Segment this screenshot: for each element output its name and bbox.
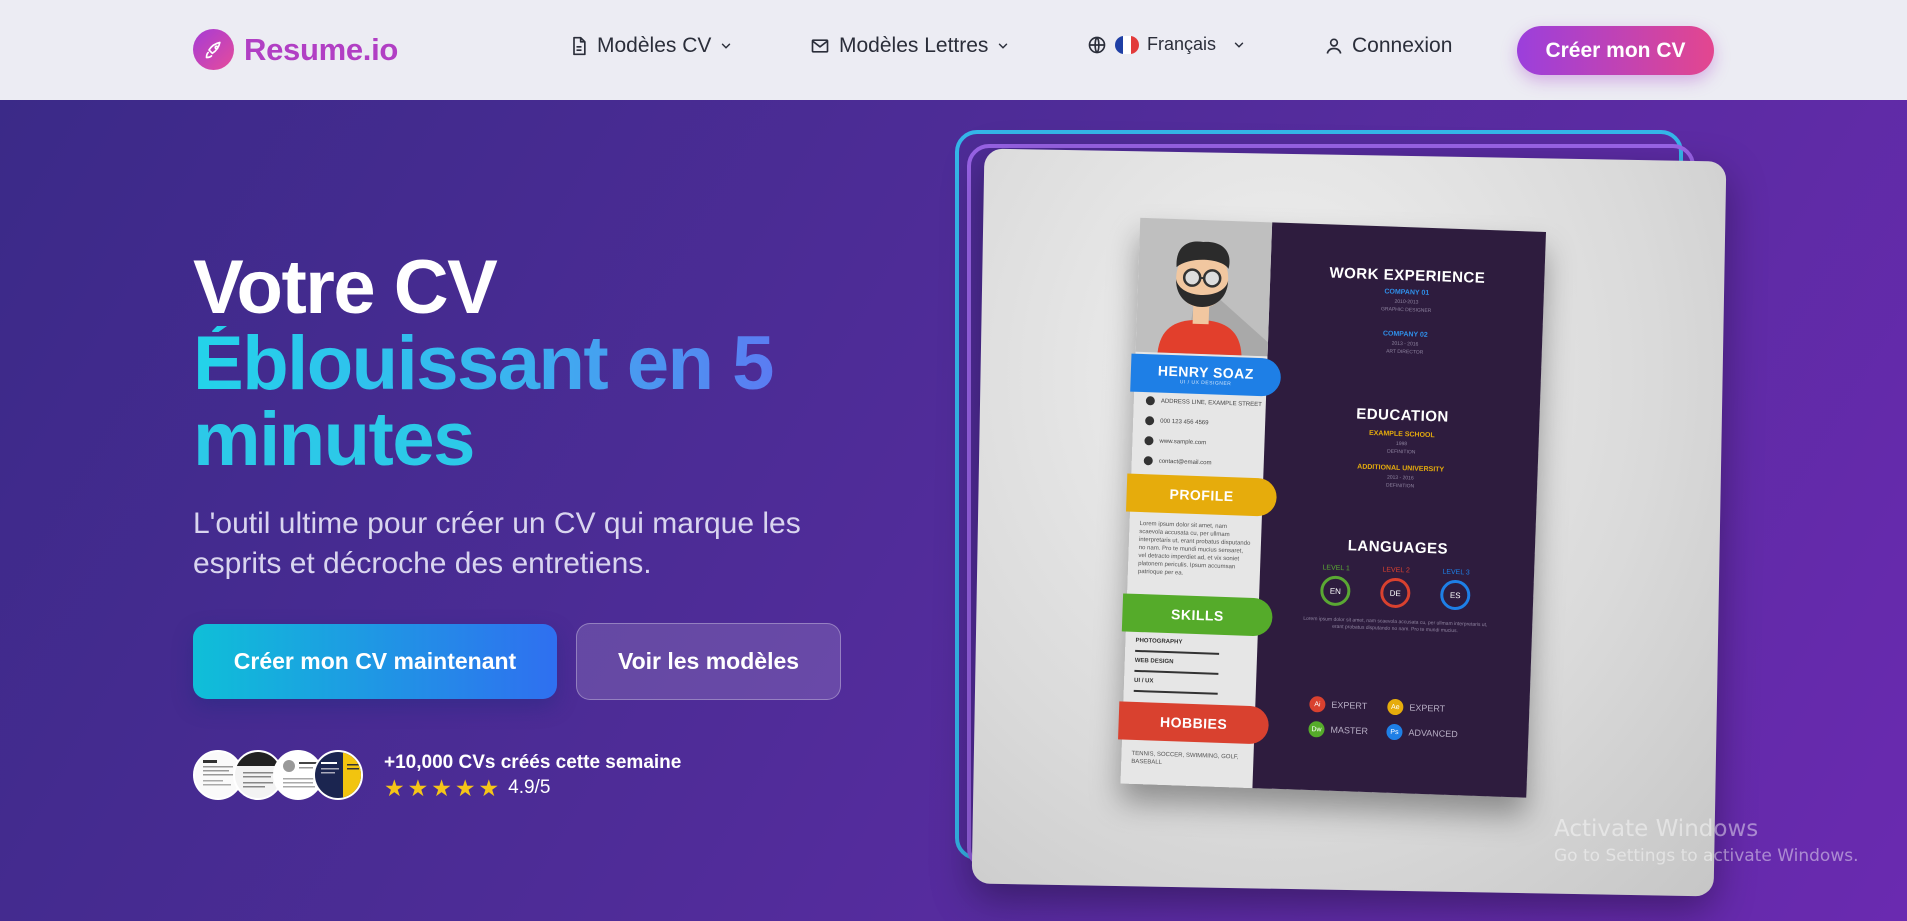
tool-item: Ai EXPERT	[1309, 696, 1367, 714]
illustrator-icon: Ai	[1309, 696, 1326, 713]
contact-phone-text: 000 123 456 4569	[1160, 418, 1209, 426]
language-level: LEVEL 3	[1442, 568, 1470, 577]
skill-label: WEB DESIGN	[1134, 657, 1174, 666]
resume-hobbies-tag: HOBBIES	[1118, 701, 1270, 745]
chevron-down-icon	[996, 39, 1010, 53]
resume-preview: HENRY SOAZ UI / UX DESIGNER ADDRESS LINE…	[1118, 217, 1547, 798]
resume-skills-tag: SKILLS	[1121, 593, 1274, 637]
resume-name: HENRY SOAZ	[1157, 362, 1255, 382]
france-flag-icon	[1115, 35, 1139, 54]
login-label: Connexion	[1352, 34, 1453, 57]
login-link[interactable]: Connexion	[1324, 34, 1452, 58]
globe-icon	[1087, 35, 1107, 55]
star-icon: ★	[384, 775, 405, 801]
top-navigation: Resume.io Modèles CV Modèles Lettres Fra…	[0, 0, 1907, 100]
watermark-title: Activate Windows	[1554, 816, 1759, 842]
watermark-subtitle: Go to Settings to activate Windows.	[1554, 846, 1859, 866]
social-proof-text: +10,000 CVs créés cette semaine	[384, 752, 682, 773]
resume-avatar-illustration	[1135, 217, 1273, 357]
chevron-down-icon	[719, 39, 733, 53]
hero-title-line-1: Votre CV	[193, 245, 498, 330]
language-item: LEVEL 2 DE	[1375, 566, 1416, 609]
nav-resume-templates[interactable]: Modèles CV	[569, 34, 733, 58]
document-icon	[569, 35, 589, 57]
brand-logo[interactable]: Resume.io	[193, 29, 398, 70]
star-icon: ★	[431, 775, 452, 801]
rocket-icon	[193, 29, 234, 70]
resume-preview-card: HENRY SOAZ UI / UX DESIGNER ADDRESS LINE…	[971, 148, 1727, 897]
user-icon	[1324, 35, 1344, 57]
resume-thumbnail	[313, 750, 363, 800]
tool-level: MASTER	[1330, 724, 1369, 737]
view-templates-button[interactable]: Voir les modèles	[576, 623, 841, 700]
photoshop-icon: Ps	[1386, 723, 1403, 741]
phone-icon	[1145, 416, 1155, 426]
resume-name-tag: HENRY SOAZ UI / UX DESIGNER	[1130, 353, 1282, 397]
hero-section: Votre CV Éblouissant en 5 minutes L'outi…	[0, 100, 1907, 921]
hero-title-line-3: minutes	[193, 397, 475, 482]
rating: ★ ★ ★ ★ ★ 4.9/5	[384, 776, 550, 800]
resume-profile-tag: PROFILE	[1125, 473, 1278, 517]
language-code: EN	[1319, 575, 1351, 607]
language-label: Français	[1147, 34, 1217, 54]
star-icon: ★	[407, 775, 429, 801]
web-icon	[1144, 436, 1154, 446]
chevron-down-icon	[1232, 38, 1246, 52]
hero-title: Votre CV Éblouissant en 5 minutes	[193, 245, 774, 482]
language-code: DE	[1379, 577, 1411, 609]
tool-level: EXPERT	[1409, 702, 1446, 714]
language-selector[interactable]: Français	[1087, 34, 1246, 55]
tool-item: Ps ADVANCED	[1386, 723, 1458, 742]
language-level: LEVEL 1	[1322, 564, 1350, 573]
after-effects-icon: Ae	[1387, 698, 1404, 716]
skill-label: UI / UX	[1133, 677, 1154, 685]
nav-cover-letters[interactable]: Modèles Lettres	[809, 34, 1010, 58]
mail-icon	[809, 36, 831, 56]
location-icon	[1145, 396, 1156, 406]
language-level: LEVEL 2	[1382, 566, 1410, 575]
star-icon: ★	[478, 775, 500, 801]
hero-title-line-2: Éblouissant en 5	[193, 321, 774, 406]
create-cv-button[interactable]: Créer mon CV	[1517, 26, 1714, 75]
nav-cover-letters-label: Modèles Lettres	[839, 34, 989, 57]
windows-activation-watermark: Activate Windows Go to Settings to activ…	[1554, 816, 1859, 866]
tool-level: ADVANCED	[1408, 727, 1458, 740]
brand-name: Resume.io	[244, 31, 399, 67]
tool-item: Dw MASTER	[1308, 720, 1369, 739]
resume-profile-text: Lorem ipsum dolor sit amet, nam scaevola…	[1137, 520, 1251, 577]
language-item: LEVEL 3 ES	[1435, 568, 1476, 611]
create-cv-now-button[interactable]: Créer mon CV maintenant	[193, 624, 557, 699]
tool-item: Ae EXPERT	[1387, 698, 1446, 717]
resume-role: UI / UX DESIGNER	[1179, 379, 1232, 388]
language-item: LEVEL 1 EN	[1315, 564, 1356, 607]
rating-value: 4.9/5	[508, 777, 551, 798]
contact-website-text: www.sample.com	[1159, 438, 1207, 446]
contact-email-text: contact@email.com	[1158, 458, 1212, 466]
tool-level: EXPERT	[1331, 699, 1368, 712]
mail-icon	[1143, 456, 1153, 466]
language-code: ES	[1439, 579, 1471, 611]
star-icon: ★	[454, 775, 476, 801]
resume-thumbnails	[193, 750, 368, 802]
hero-subtitle: L'outil ultime pour créer un CV qui marq…	[193, 507, 801, 580]
dreamweaver-icon: Dw	[1308, 720, 1325, 738]
nav-resume-templates-label: Modèles CV	[597, 34, 712, 57]
